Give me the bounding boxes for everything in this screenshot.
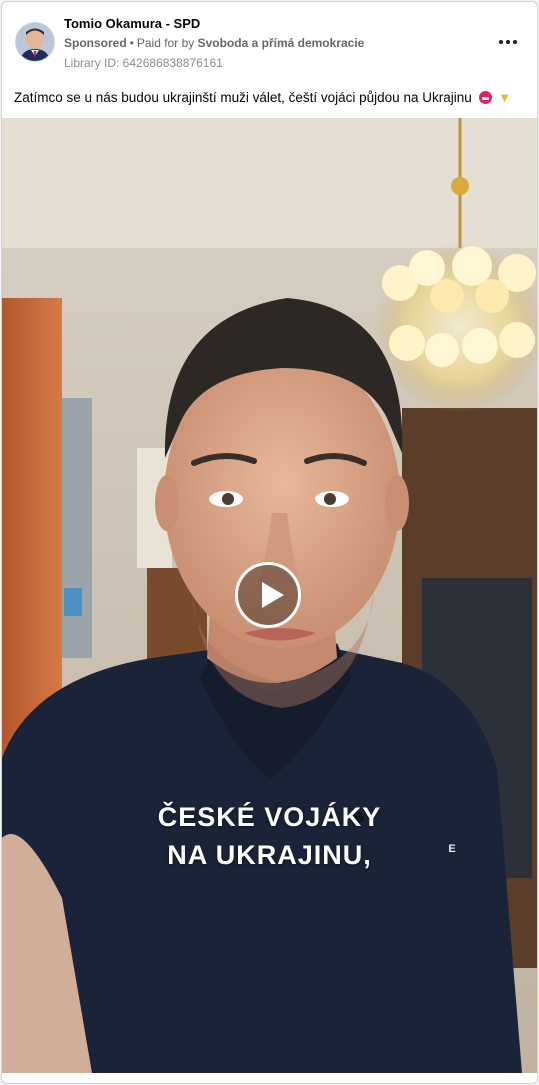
right-ear	[385, 475, 409, 531]
more-dot-icon	[506, 40, 510, 44]
library-id: Library ID: 642686838876161	[64, 56, 223, 70]
left-pupil	[222, 493, 234, 505]
play-button[interactable]	[235, 562, 301, 628]
card-footer	[2, 1073, 537, 1083]
right-pupil	[324, 493, 336, 505]
door-frame	[62, 398, 92, 658]
paid-for-prefix: Paid for by	[136, 36, 195, 50]
left-ear	[155, 475, 179, 531]
paid-for-by-name[interactable]: Svoboda a přímá demokracie	[198, 36, 365, 50]
post-header: Tomio Okamura - SPD Sponsored • Paid for b…	[2, 2, 537, 84]
more-options-button[interactable]	[494, 32, 522, 52]
video-subtitle-line1: ČESKÉ VOJÁKY	[157, 802, 382, 832]
video-subtitle-line2: NA UKRAJINU,	[167, 840, 372, 870]
avatar-photo-icon	[16, 23, 54, 61]
ad-post-card: Tomio Okamura - SPD Sponsored • Paid for b…	[1, 1, 538, 1084]
caption-text: Zatímco se u nás budou ukrajinští muži v…	[14, 90, 472, 105]
door-light	[64, 588, 82, 616]
post-caption: Zatímco se u nás budou ukrajinští muži v…	[14, 90, 529, 105]
thumbs-down-icon: ▼	[498, 90, 512, 105]
more-dot-icon	[499, 40, 503, 44]
sponsored-label: Sponsored	[64, 36, 127, 50]
sponsored-line: Sponsored • Paid for by Svoboda a přímá de…	[64, 36, 364, 50]
more-dot-icon	[513, 40, 517, 44]
author-avatar[interactable]	[15, 22, 55, 62]
angry-face-icon	[478, 91, 492, 104]
separator-dot: •	[129, 36, 134, 50]
video-player[interactable]: E ČESKÉ VOJÁKY NA UKRAJINU,	[2, 118, 537, 1073]
author-name[interactable]: Tomio Okamura - SPD	[64, 16, 200, 31]
